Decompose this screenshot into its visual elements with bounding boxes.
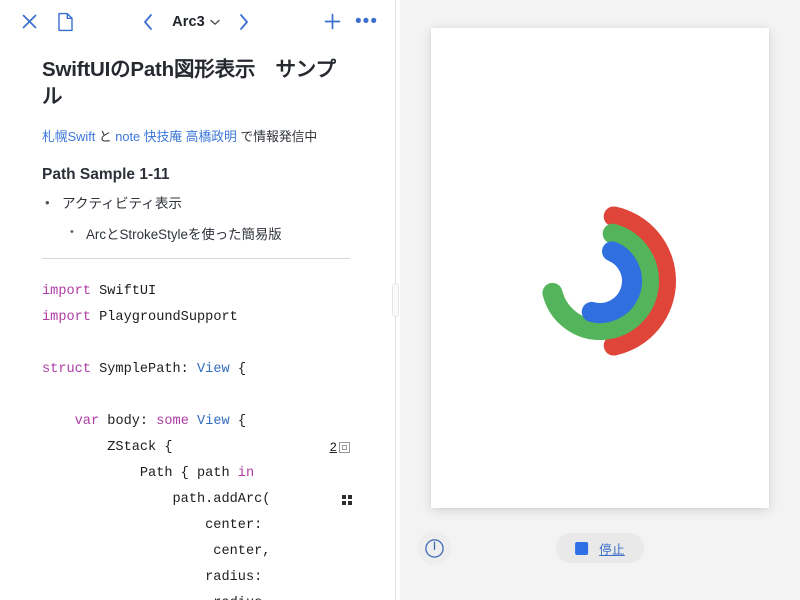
section-heading: Path Sample 1-11 [42, 166, 170, 184]
document-content: SwiftUIのPath図形表示 サンプル 札幌Swift と note 快技庵… [0, 57, 392, 259]
code-line[interactable] [42, 331, 382, 357]
arc-svg [542, 206, 676, 356]
code-line-text: struct SymplePath: View { [42, 361, 246, 377]
code-line-text: import PlaygroundSupport [42, 309, 238, 325]
list-item: アクティビティ表示 [42, 193, 350, 214]
code-editor[interactable]: import SwiftUI import PlaygroundSupport st… [0, 279, 392, 600]
editor-pane: Arc3 ••• SwiftUIのPath図形表示 サンプル 札幌Swift と… [0, 0, 392, 600]
code-line-text: Path { path in [42, 465, 255, 481]
code-line-text: import SwiftUI [42, 283, 157, 299]
code-line[interactable]: Path { path in [42, 461, 382, 487]
splitter-grab-handle[interactable] [392, 283, 399, 317]
pane-splitter[interactable] [392, 0, 400, 600]
chevron-left-icon[interactable] [133, 7, 163, 37]
code-line[interactable]: import PlaygroundSupport [42, 305, 382, 331]
document-page-icon[interactable] [50, 7, 80, 37]
close-icon[interactable] [14, 7, 44, 37]
toolbar: Arc3 ••• [0, 0, 392, 43]
preview-card [431, 28, 769, 508]
code-line-text: center, [42, 543, 271, 559]
chevron-down-icon [210, 14, 220, 30]
code-line-text: ZStack { [42, 439, 173, 455]
stop-button-label: 停止 [599, 542, 625, 557]
code-line-text: radius: [42, 569, 263, 585]
result-count-label: 2 [329, 440, 337, 455]
bullet-list-level2: ArcとStrokeStyleを使った簡易版 [68, 224, 350, 245]
code-line-text: path.addArc( [42, 491, 271, 507]
chevron-right-icon[interactable] [229, 7, 259, 37]
subtitle-conjunction: と [98, 129, 112, 145]
ellipsis-icon[interactable]: ••• [355, 12, 378, 31]
playground-window: Arc3 ••• SwiftUIのPath図形表示 サンプル 札幌Swift と… [0, 0, 800, 600]
page-title: SwiftUIのPath図形表示 サンプル [42, 58, 336, 108]
live-view-pane: 停止 [400, 0, 800, 600]
code-lines[interactable]: import SwiftUI import PlaygroundSupport st… [42, 279, 382, 600]
code-line[interactable]: center, [42, 539, 382, 565]
code-line-text: radius, [42, 591, 270, 600]
stop-button[interactable]: 停止 [556, 533, 644, 563]
plus-icon[interactable] [317, 7, 347, 37]
power-gauge-icon[interactable] [417, 531, 451, 565]
subtitle-tail: で情報発信中 [240, 129, 318, 145]
grid-dots-icon[interactable] [342, 494, 352, 505]
code-line-text: var body: some View { [74, 413, 247, 429]
live-view-controls: 停止 [400, 508, 800, 600]
code-line[interactable]: radius, [42, 591, 382, 600]
result-count-badge[interactable]: 2 [329, 441, 350, 455]
stop-square-icon [575, 541, 589, 555]
subtitle-line: 札幌Swift と note 快技庵 高橋政明 で情報発信中 [42, 127, 350, 146]
link-note-kaigian[interactable]: note 快技庵 高橋政明 [115, 129, 237, 144]
code-line[interactable] [42, 383, 382, 409]
activity-indicator-graphic [500, 181, 700, 386]
list-item: ArcとStrokeStyleを使った簡易版 [68, 224, 350, 245]
bullet-list-level1: アクティビティ表示 [42, 193, 350, 214]
code-line[interactable]: struct SymplePath: View { [42, 357, 382, 383]
code-line[interactable]: path.addArc( [42, 487, 382, 513]
toolbar-right-group: ••• [317, 7, 378, 37]
code-line[interactable]: import SwiftUI [42, 279, 382, 305]
document-title-label: Arc3 [172, 13, 205, 30]
result-square-icon[interactable] [339, 442, 350, 454]
code-line[interactable]: radius: [42, 565, 382, 591]
code-line[interactable]: ZStack { 2 [42, 435, 382, 461]
code-line[interactable]: var body: some View { [42, 409, 382, 435]
code-line[interactable]: center: [42, 513, 382, 539]
divider [42, 257, 350, 259]
inner-blue-arc [581, 241, 642, 323]
link-sapporo-swift[interactable]: 札幌Swift [42, 129, 95, 144]
document-title-menu[interactable]: Arc3 [172, 14, 220, 30]
code-line-text: center: [42, 517, 263, 533]
